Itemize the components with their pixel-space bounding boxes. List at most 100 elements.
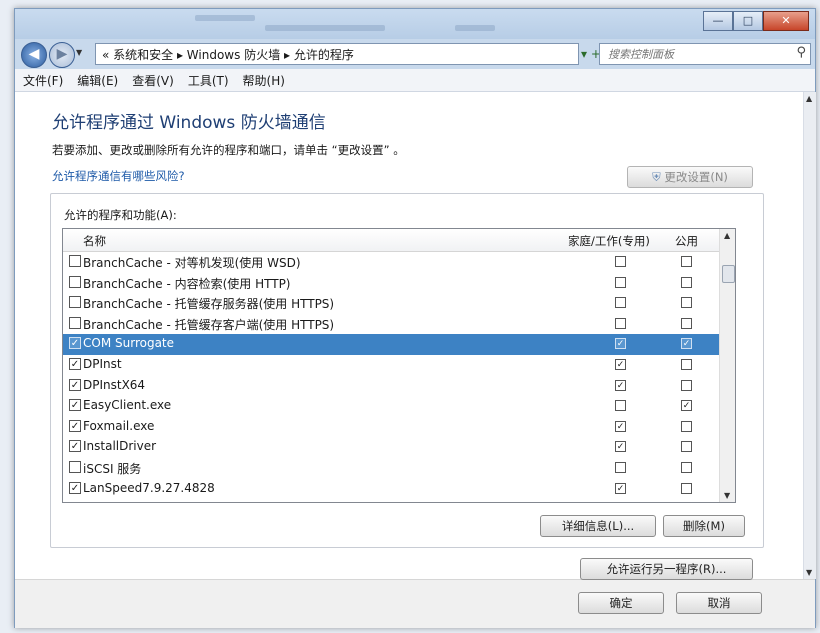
list-item[interactable]: BranchCache - 托管缓存客户端(使用 HTTPS) [63, 314, 719, 335]
public-network-checkbox[interactable] [681, 461, 692, 473]
risk-link[interactable]: 允许程序通信有哪些风险? [52, 168, 185, 184]
back-button[interactable]: ◀ [21, 42, 47, 68]
private-network-checkbox[interactable]: ✓ [615, 338, 626, 350]
private-network-checkbox[interactable]: ✓ [615, 358, 626, 370]
window-controls: — □ ✕ [703, 11, 809, 31]
private-network-checkbox[interactable]: ✓ [615, 441, 626, 453]
scroll-up-icon[interactable]: ▲ [806, 94, 812, 103]
public-network-checkbox[interactable]: ✓ [681, 338, 692, 350]
program-enabled-checkbox[interactable] [69, 316, 81, 329]
list-item[interactable]: ✓ Foxmail.exe ✓ [63, 417, 719, 438]
program-enabled-checkbox[interactable]: ✓ [69, 481, 81, 494]
list-item[interactable]: ✓ EasyClient.exe ✓ [63, 396, 719, 417]
program-enabled-checkbox[interactable] [69, 460, 81, 473]
private-network-checkbox[interactable] [615, 276, 626, 288]
program-enabled-checkbox[interactable]: ✓ [69, 440, 81, 453]
list-item[interactable]: ✓ COM Surrogate ✓ ✓ [63, 334, 719, 355]
page-title: 允许程序通过 Windows 防火墙通信 [52, 113, 326, 133]
private-network-checkbox[interactable] [615, 400, 626, 412]
program-name: BranchCache - 对等机发现(使用 WSD) [83, 256, 301, 270]
maximize-button[interactable]: □ [733, 11, 763, 31]
menu-edit[interactable]: 编辑(E) [77, 72, 118, 89]
program-name: DPInstX64 [83, 377, 146, 392]
title-bar[interactable]: — □ ✕ [15, 9, 815, 39]
forward-button[interactable]: ▶ [49, 42, 75, 68]
program-name: InstallDriver [83, 439, 157, 454]
program-enabled-checkbox[interactable]: ✓ [69, 419, 81, 432]
page-description: 若要添加、更改或删除所有允许的程序和端口，请单击 “更改设置” 。 [52, 143, 405, 157]
program-enabled-checkbox[interactable] [69, 275, 81, 288]
menu-help[interactable]: 帮助(H) [243, 72, 285, 89]
private-network-checkbox[interactable] [615, 461, 626, 473]
private-network-checkbox[interactable] [615, 317, 626, 329]
program-name: EasyClient.exe [83, 398, 172, 413]
breadcrumb: « 系统和安全 ▸ Windows 防火墙 ▸ 允许的程序 [102, 47, 354, 62]
navigation-bar: ◀ ▶ ▼ « 系统和安全 ▸ Windows 防火墙 ▸ 允许的程序 ▾ +→… [15, 39, 815, 68]
menu-file[interactable]: 文件(F) [23, 72, 63, 89]
program-name: BranchCache - 托管缓存客户端(使用 HTTPS) [83, 317, 335, 332]
program-name: BranchCache - 内容检索(使用 HTTP) [83, 276, 291, 291]
program-enabled-checkbox[interactable]: ✓ [69, 399, 81, 412]
program-enabled-checkbox[interactable]: ✓ [69, 378, 81, 391]
public-network-checkbox[interactable] [681, 482, 692, 494]
public-network-checkbox[interactable] [681, 420, 692, 432]
private-network-checkbox[interactable] [615, 256, 626, 267]
list-scroll-up-icon[interactable]: ▲ [724, 231, 730, 240]
menu-tools[interactable]: 工具(T) [188, 72, 229, 89]
list-scrollbar[interactable]: ▲ ▼ [719, 229, 735, 502]
list-item[interactable]: BranchCache - 内容检索(使用 HTTP) [63, 273, 719, 294]
private-network-checkbox[interactable] [615, 297, 626, 309]
recent-pages-dropdown[interactable]: ▼ [76, 48, 82, 57]
program-enabled-checkbox[interactable]: ✓ [69, 357, 81, 370]
private-network-checkbox[interactable]: ✓ [615, 420, 626, 432]
public-network-checkbox[interactable] [681, 379, 692, 391]
list-scroll-thumb[interactable] [722, 265, 735, 283]
public-network-checkbox[interactable] [681, 297, 692, 309]
minimize-button[interactable]: — [703, 11, 733, 31]
list-item[interactable]: BranchCache - 对等机发现(使用 WSD) [63, 252, 719, 273]
details-button[interactable]: 详细信息(L)... [540, 515, 656, 537]
public-network-checkbox[interactable] [681, 256, 692, 267]
list-item[interactable]: ✓ DPInstX64 ✓ [63, 376, 719, 397]
background-ghost [195, 15, 255, 21]
public-network-checkbox[interactable] [681, 317, 692, 329]
shield-icon: ⛨ [652, 170, 661, 184]
program-enabled-checkbox[interactable]: ✓ [69, 337, 81, 350]
search-input[interactable] [606, 44, 790, 64]
search-icon[interactable]: ⚲ [796, 45, 806, 60]
program-name: DPInst [83, 356, 122, 371]
public-network-checkbox[interactable] [681, 276, 692, 288]
address-bar[interactable]: « 系统和安全 ▸ Windows 防火墙 ▸ 允许的程序 [95, 43, 579, 65]
public-network-checkbox[interactable]: ✓ [681, 400, 692, 412]
remove-button[interactable]: 删除(M) [663, 515, 745, 537]
public-network-checkbox[interactable] [681, 358, 692, 370]
change-settings-label: 更改设置(N) [664, 170, 728, 184]
program-name: LanSpeed7.9.27.4828 [83, 480, 215, 495]
allow-another-program-button[interactable]: 允许运行另一程序(R)... [580, 558, 753, 580]
scroll-down-icon[interactable]: ▼ [806, 568, 812, 577]
menu-view[interactable]: 查看(V) [132, 72, 174, 89]
column-name[interactable]: 名称 [83, 233, 106, 249]
program-name: Foxmail.exe [83, 418, 155, 433]
program-enabled-checkbox[interactable] [69, 296, 81, 309]
list-item[interactable]: ✓ InstallDriver ✓ [63, 437, 719, 458]
list-item[interactable]: iSCSI 服务 [63, 458, 719, 479]
private-network-checkbox[interactable]: ✓ [615, 482, 626, 494]
close-button[interactable]: ✕ [763, 11, 809, 31]
list-scroll-down-icon[interactable]: ▼ [724, 491, 730, 500]
column-public[interactable]: 公用 [675, 233, 698, 249]
public-network-checkbox[interactable] [681, 441, 692, 453]
change-settings-button[interactable]: ⛨ 更改设置(N) [627, 166, 753, 188]
private-network-checkbox[interactable]: ✓ [615, 379, 626, 391]
list-item[interactable]: ✓ DPInst ✓ [63, 355, 719, 376]
menu-bar: 文件(F) 编辑(E) 查看(V) 工具(T) 帮助(H) [15, 69, 815, 92]
column-private[interactable]: 家庭/工作(专用) [568, 233, 650, 249]
list-item[interactable]: BranchCache - 托管缓存服务器(使用 HTTPS) [63, 293, 719, 314]
programs-list[interactable]: 名称 家庭/工作(专用) 公用 BranchCache - 对等机发现(使用 W… [62, 228, 736, 503]
program-enabled-checkbox[interactable] [69, 255, 81, 267]
ok-button[interactable]: 确定 [578, 592, 664, 614]
page-scrollbar[interactable]: ▲ ▼ [803, 92, 816, 579]
background-ghost [455, 25, 495, 31]
cancel-button[interactable]: 取消 [676, 592, 762, 614]
list-item[interactable]: ✓ LanSpeed7.9.27.4828 ✓ [63, 479, 719, 500]
